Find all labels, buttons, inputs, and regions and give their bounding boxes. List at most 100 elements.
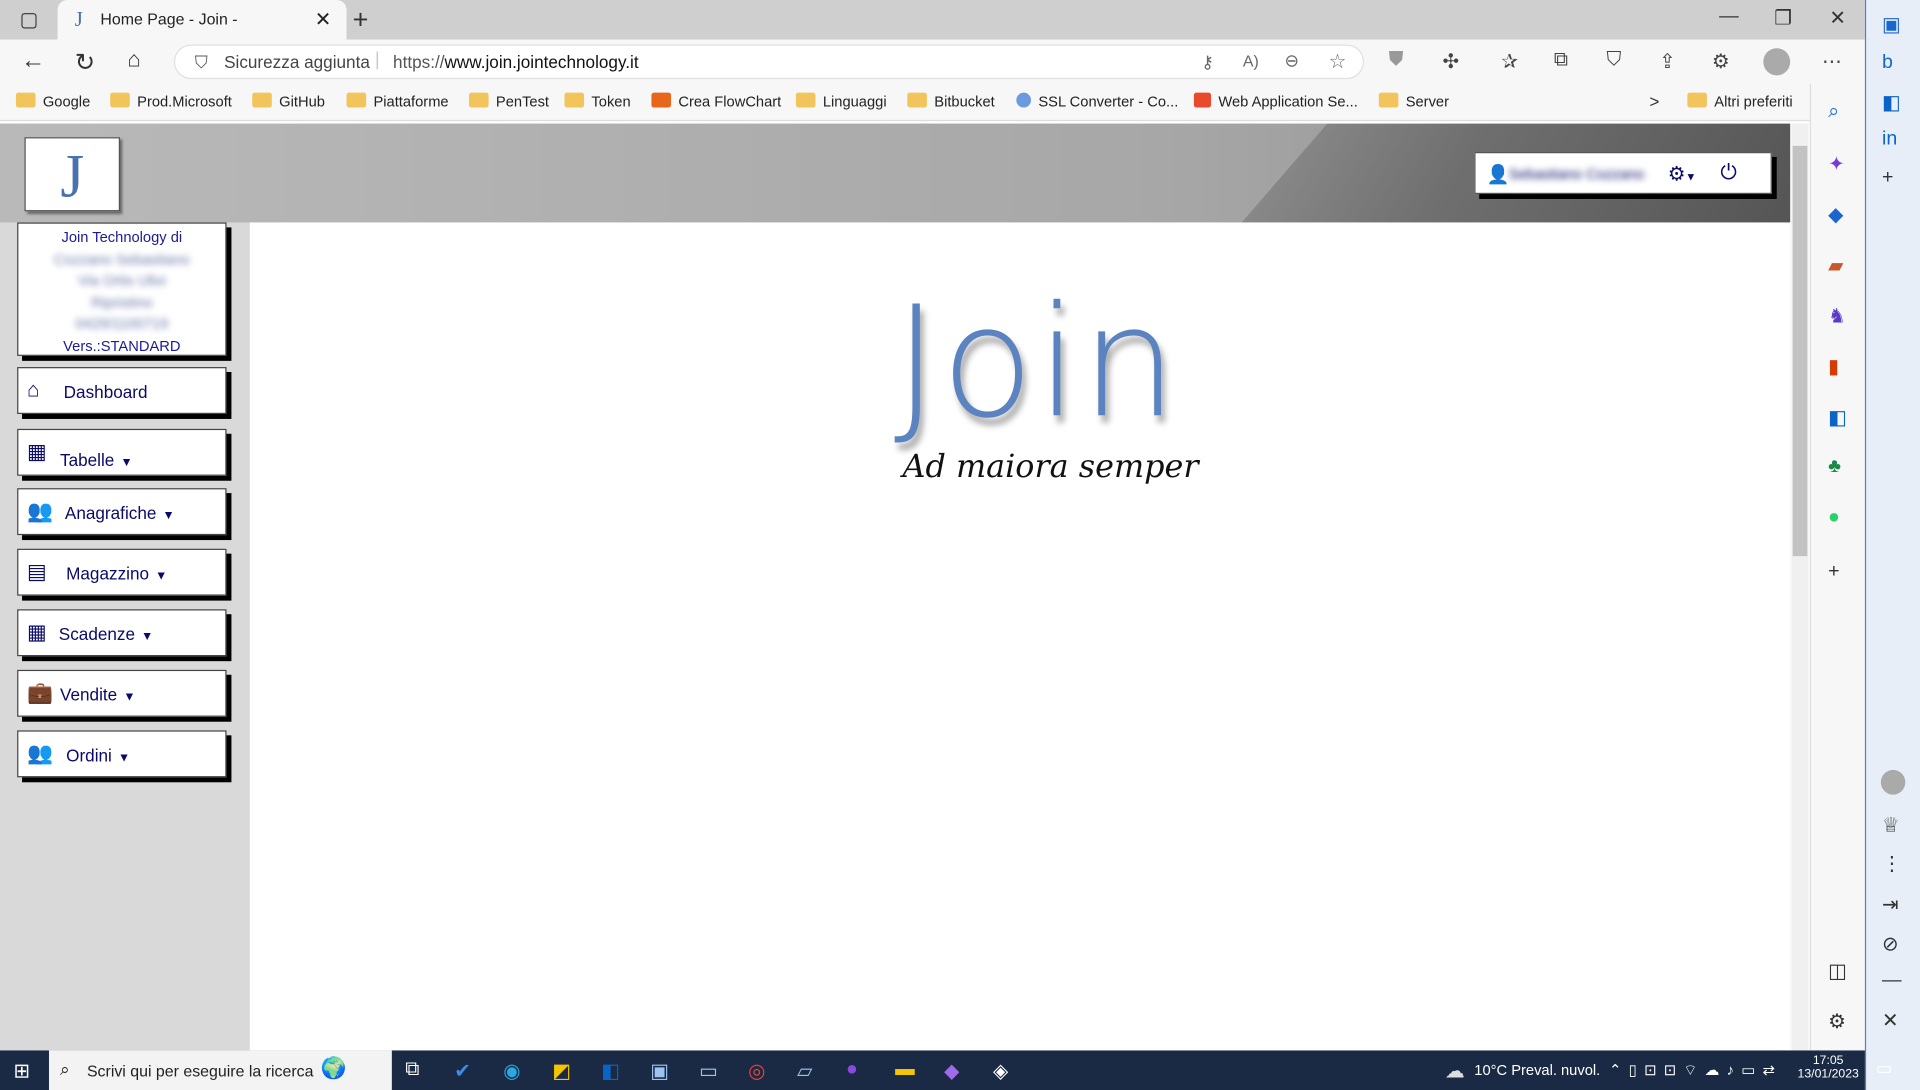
tree-icon[interactable]: ♣ bbox=[1828, 456, 1841, 478]
tab-actions-icon[interactable]: ▢ bbox=[20, 7, 39, 32]
bookmark-item[interactable]: Server bbox=[1378, 92, 1449, 110]
scrollbar-thumb[interactable] bbox=[1792, 145, 1808, 557]
key-icon[interactable]: ⚷ bbox=[1201, 52, 1214, 73]
more-menu-icon[interactable]: ⋯ bbox=[1822, 49, 1842, 74]
app-logo[interactable]: J bbox=[24, 137, 121, 212]
bookmark-item[interactable]: Bitbucket bbox=[907, 92, 995, 110]
task-view-icon[interactable]: ⧉ bbox=[405, 1059, 419, 1081]
profile-avatar[interactable] bbox=[1763, 48, 1791, 76]
store-icon[interactable]: ▣ bbox=[650, 1059, 669, 1084]
browser-tab[interactable]: J Home Page - Join - ✕ bbox=[57, 0, 347, 40]
extension-shield-icon[interactable]: ⛊ bbox=[1389, 49, 1404, 71]
weather-text[interactable]: 10°C Preval. nuvol. bbox=[1474, 1062, 1600, 1079]
close-window-button[interactable]: ✕ bbox=[1829, 6, 1845, 31]
notifications-icon[interactable]: ▭ bbox=[1876, 1058, 1892, 1079]
url-text[interactable]: https://www.join.jointechnology.it bbox=[393, 52, 639, 72]
menu-ordini[interactable]: 👥 Ordini ▼ bbox=[17, 730, 227, 778]
tab-close-icon[interactable]: ✕ bbox=[315, 7, 331, 32]
menu-label: Tabelle ▼ bbox=[60, 449, 133, 470]
bookmark-item[interactable]: Prod.Microsoft bbox=[110, 92, 232, 110]
settings-gear-icon[interactable]: ⚙▼ bbox=[1668, 162, 1696, 187]
menu-magazzino[interactable]: ▤ Magazzino ▼ bbox=[17, 548, 227, 596]
system-tray-icons[interactable]: ⌃▯⊡⊡⌔☁♪▭⇄ bbox=[1609, 1062, 1782, 1081]
minimize-button[interactable]: — bbox=[1719, 6, 1739, 28]
visual-studio-icon[interactable]: ◆ bbox=[944, 1059, 959, 1084]
widget-icon[interactable]: ▣ bbox=[1882, 12, 1901, 37]
remote-desktop-icon[interactable]: ▭ bbox=[699, 1059, 718, 1084]
security-label[interactable]: Sicurezza aggiunta bbox=[224, 52, 370, 72]
bookmarks-more-icon[interactable]: > bbox=[1649, 91, 1659, 111]
zoom-out-icon[interactable]: ⊖ bbox=[1284, 51, 1298, 72]
todo-icon[interactable]: ✔ bbox=[454, 1059, 470, 1084]
dock-icon[interactable]: ⇥ bbox=[1882, 892, 1898, 917]
menu-tabelle[interactable]: ▦ Tabelle ▼ bbox=[17, 428, 227, 476]
outlook-icon[interactable]: ◧ bbox=[1828, 405, 1847, 430]
address-bar[interactable]: ⛉ Sicurezza aggiunta | https://www.join.… bbox=[173, 44, 1365, 80]
bookmark-item[interactable]: SSL Converter - Co... bbox=[1016, 92, 1178, 110]
collections-icon[interactable]: ⧉ bbox=[1554, 49, 1568, 71]
bookmark-item[interactable]: Piattaforme bbox=[346, 92, 449, 110]
trophy-icon[interactable]: ♕ bbox=[1882, 813, 1900, 838]
warehouse-icon: ▤ bbox=[26, 559, 47, 584]
app-s-icon[interactable]: ● bbox=[846, 1059, 858, 1081]
maximize-button[interactable]: ❐ bbox=[1774, 6, 1792, 31]
menu-anagrafiche[interactable]: 👥 Anagrafiche ▼ bbox=[17, 488, 227, 536]
tools-icon[interactable]: ▰ bbox=[1828, 253, 1843, 278]
games-icon[interactable]: ♞ bbox=[1828, 304, 1846, 329]
search-icon[interactable]: ⌕ bbox=[1828, 101, 1839, 123]
bookmark-item[interactable]: Token bbox=[564, 92, 631, 110]
shopping-tag-icon[interactable]: ◆ bbox=[1828, 203, 1843, 228]
clock[interactable]: 17:05 13/01/2023 bbox=[1798, 1054, 1859, 1081]
bookmark-other-favorites[interactable]: Altri preferiti bbox=[1687, 92, 1793, 110]
copilot-icon[interactable]: ✦ bbox=[1828, 152, 1844, 177]
shield-icon: ⛉ bbox=[194, 51, 208, 72]
browser-essentials-icon[interactable]: ⛉ bbox=[1607, 49, 1622, 71]
chrome-icon[interactable]: ◎ bbox=[748, 1059, 765, 1084]
edge-icon[interactable]: ◉ bbox=[503, 1059, 520, 1084]
taskbar-search[interactable]: ⌕ Scrivi qui per eseguire la ricerca 🌍 bbox=[48, 1050, 392, 1090]
sticky-notes-icon[interactable]: ◩ bbox=[552, 1059, 571, 1084]
folder-icon bbox=[1687, 92, 1707, 108]
minimize-bar-icon[interactable]: — bbox=[1882, 970, 1902, 992]
app-green-icon[interactable]: ◈ bbox=[993, 1059, 1008, 1084]
share-icon[interactable]: ⇪ bbox=[1659, 49, 1675, 74]
bookmark-item[interactable]: PenTest bbox=[468, 92, 549, 110]
menu-scadenze[interactable]: ▦ Scadenze ▼ bbox=[17, 609, 227, 657]
sidebar-settings-gear-icon[interactable]: ⚙ bbox=[1828, 1010, 1846, 1035]
app-bar-avatar[interactable] bbox=[1880, 769, 1906, 795]
more-vertical-icon[interactable]: ⋮ bbox=[1882, 851, 1902, 876]
windows-taskbar: ⊞ ⌕ Scrivi qui per eseguire la ricerca 🌍… bbox=[0, 1050, 1892, 1090]
windows-start-icon[interactable]: ⊞ bbox=[13, 1059, 29, 1084]
hide-sidebar-icon[interactable]: ◫ bbox=[1828, 959, 1847, 984]
performance-icon[interactable]: ⚙ bbox=[1712, 49, 1730, 74]
back-icon[interactable]: ← bbox=[21, 47, 45, 75]
close-bar-icon[interactable]: ✕ bbox=[1882, 1008, 1898, 1033]
menu-dashboard[interactable]: ⌂ Dashboard bbox=[17, 367, 227, 415]
menu-vendite[interactable]: 💼 Vendite ▼ bbox=[17, 669, 227, 717]
add-app-icon[interactable]: + bbox=[1828, 561, 1839, 583]
app-icon[interactable]: ▱ bbox=[797, 1059, 812, 1084]
bookmark-item[interactable]: Crea FlowChart bbox=[651, 92, 781, 110]
add-favorite-icon[interactable]: ☆ bbox=[1329, 49, 1347, 74]
outlook-icon[interactable]: ◧ bbox=[1882, 90, 1901, 115]
bookmark-item[interactable]: Linguaggi bbox=[795, 92, 887, 110]
bookmark-item[interactable]: Web Application Se... bbox=[1193, 92, 1358, 110]
new-tab-button[interactable]: + bbox=[353, 4, 369, 36]
logout-power-icon[interactable]: ⏻ bbox=[1720, 161, 1736, 186]
whatsapp-icon[interactable]: ● bbox=[1828, 507, 1840, 529]
add-icon[interactable]: + bbox=[1882, 167, 1893, 189]
home-icon[interactable]: ⌂ bbox=[127, 47, 140, 73]
read-aloud-icon[interactable]: A) bbox=[1243, 52, 1259, 71]
bing-icon[interactable]: b bbox=[1882, 52, 1893, 74]
bookmark-item[interactable]: GitHub bbox=[252, 92, 325, 110]
favorites-icon[interactable]: ✰ bbox=[1501, 49, 1517, 74]
refresh-icon[interactable]: ↻ bbox=[75, 47, 96, 78]
office-icon[interactable]: ▮ bbox=[1828, 355, 1839, 380]
file-explorer-icon[interactable]: ▬ bbox=[895, 1059, 915, 1081]
user-name[interactable]: Sebastiano Cozzano bbox=[1509, 166, 1645, 183]
extensions-icon[interactable]: ✣ bbox=[1442, 49, 1458, 74]
bookmark-item[interactable]: Google bbox=[15, 92, 90, 110]
unpin-icon[interactable]: ⊘ bbox=[1882, 932, 1898, 957]
linkedin-icon[interactable]: in bbox=[1882, 129, 1897, 151]
outlook-icon[interactable]: ◧ bbox=[601, 1059, 620, 1084]
